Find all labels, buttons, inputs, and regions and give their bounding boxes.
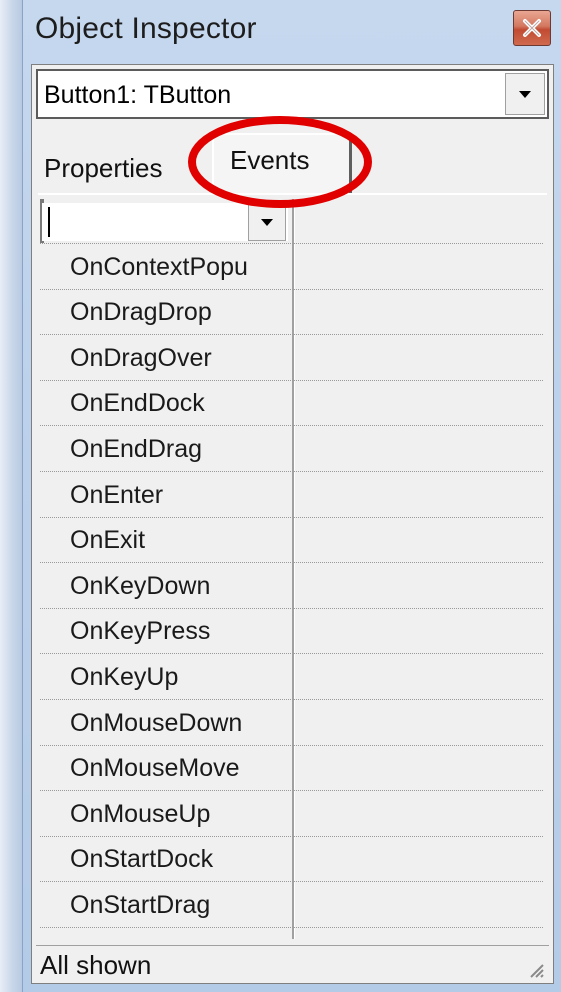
event-row-onclick[interactable]: OnClick	[40, 199, 543, 244]
status-text: All shown	[40, 950, 152, 980]
component-selector[interactable]: Button1: TButton	[36, 69, 549, 119]
event-row-onenter[interactable]: OnEnter	[40, 473, 543, 518]
event-row-ondragdrop[interactable]: OnDragDrop	[40, 290, 543, 336]
event-name: OnEndDock	[70, 389, 205, 418]
event-row-onenddrag[interactable]: OnEndDrag	[40, 427, 543, 472]
event-row-onstartdock[interactable]: OnStartDock	[40, 837, 543, 883]
object-inspector-window: Object Inspector Button1: TButton Proper…	[22, 0, 561, 992]
event-name: OnKeyUp	[70, 663, 179, 691]
events-panel: OnClick OnContextPopu OnDragDrop OnDragOver…	[38, 193, 547, 941]
desktop-background	[0, 0, 22, 992]
event-handler-value[interactable]	[294, 655, 543, 699]
event-name: OnStartDock	[70, 845, 214, 874]
window-title: Object Inspector	[35, 12, 257, 45]
event-name: OnKeyPress	[70, 617, 211, 646]
event-handler-value[interactable]	[294, 245, 543, 289]
event-handler-value[interactable]	[294, 746, 543, 790]
event-handler-value[interactable]	[294, 837, 543, 881]
component-selector-dropdown-button[interactable]	[505, 73, 545, 115]
event-row-onkeyup[interactable]: OnKeyUp	[40, 655, 543, 700]
event-handler-value[interactable]	[294, 701, 543, 745]
event-handler-value[interactable]	[294, 381, 543, 425]
event-row-onenddock[interactable]: OnEndDock	[40, 381, 543, 427]
event-handler-value[interactable]	[294, 473, 543, 517]
event-handler-value[interactable]	[294, 336, 543, 380]
event-handler-value[interactable]	[294, 199, 543, 243]
event-row-onmousemove[interactable]: OnMouseMove	[40, 746, 543, 792]
chevron-down-icon	[519, 91, 531, 98]
event-handler-editor[interactable]	[42, 203, 288, 241]
event-row-onmousedown[interactable]: OnMouseDown	[40, 701, 543, 746]
event-handler-value[interactable]	[294, 290, 543, 334]
tab-properties-label: Properties	[44, 153, 163, 183]
event-handler-dropdown-button[interactable]	[248, 203, 286, 241]
event-handler-value[interactable]	[294, 564, 543, 608]
title-bar[interactable]: Object Inspector	[23, 0, 561, 64]
status-bar: All shown	[36, 945, 549, 981]
component-selector-value: Button1: TButton	[44, 81, 232, 109]
event-row-onmouseup[interactable]: OnMouseUp	[40, 792, 543, 837]
event-name: OnStartDrag	[70, 891, 211, 919]
event-name: OnMouseMove	[70, 754, 240, 783]
event-row-onexit[interactable]: OnExit	[40, 518, 543, 564]
event-name: OnEndDrag	[70, 435, 203, 463]
chevron-down-icon	[261, 219, 273, 226]
tab-events-label: Events	[230, 145, 310, 175]
event-row-onkeypress[interactable]: OnKeyPress	[40, 609, 543, 655]
text-caret	[48, 207, 50, 237]
inspector-client-area: Button1: TButton Properties Events OnCli…	[31, 64, 554, 984]
event-name: OnMouseUp	[70, 799, 211, 828]
tab-properties[interactable]: Properties	[44, 143, 163, 191]
event-name: OnEnter	[70, 480, 164, 509]
tab-events[interactable]: Events	[212, 133, 352, 195]
event-handler-value[interactable]	[294, 792, 543, 836]
event-handler-value[interactable]	[294, 609, 543, 653]
event-row-onkeydown[interactable]: OnKeyDown	[40, 564, 543, 609]
event-row-oncontextpopu[interactable]: OnContextPopu	[40, 245, 543, 290]
event-name: OnExit	[70, 526, 146, 555]
events-grid: OnClick OnContextPopu OnDragDrop OnDragOver…	[40, 199, 543, 939]
event-row-onstartdrag[interactable]: OnStartDrag	[40, 883, 543, 928]
event-handler-value[interactable]	[294, 427, 543, 471]
event-name: OnKeyDown	[70, 571, 211, 600]
resize-grip-icon[interactable]	[523, 957, 545, 979]
event-handler-value[interactable]	[294, 518, 543, 562]
event-name: OnContextPopu	[70, 252, 248, 281]
event-name: OnDragOver	[70, 343, 212, 372]
event-handler-value[interactable]	[294, 883, 543, 927]
event-row-ondragover[interactable]: OnDragOver	[40, 336, 543, 381]
event-name: OnDragDrop	[70, 298, 212, 327]
tab-strip: Properties Events	[32, 131, 553, 195]
close-icon	[523, 19, 541, 37]
event-name: OnMouseDown	[70, 708, 243, 737]
close-button[interactable]	[513, 10, 551, 46]
